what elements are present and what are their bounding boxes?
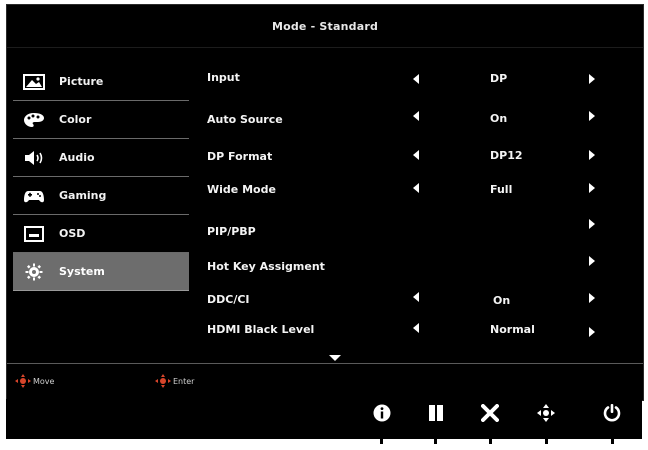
setting-auto-source-label: Auto Source xyxy=(207,113,283,126)
decrease-arrow-icon[interactable] xyxy=(413,292,419,302)
increase-arrow-icon[interactable] xyxy=(589,74,595,84)
increase-arrow-icon[interactable] xyxy=(589,327,595,337)
setting-input-value[interactable]: DP xyxy=(490,72,507,85)
decrease-arrow-icon[interactable] xyxy=(413,183,419,193)
decrease-arrow-icon[interactable] xyxy=(413,74,419,84)
setting-pip-pbp-label[interactable]: PIP/PBP xyxy=(207,225,256,238)
setting-ddc-ci-value[interactable]: On xyxy=(493,294,510,307)
submenu-arrow-icon[interactable] xyxy=(589,256,595,266)
button-tick xyxy=(611,432,614,444)
navigate-icon[interactable] xyxy=(530,396,562,430)
enter-hint-label: Enter xyxy=(173,376,195,386)
pause-icon[interactable] xyxy=(420,396,452,430)
setting-auto-source-value[interactable]: On xyxy=(490,112,507,125)
setting-hdmi-black-level-value[interactable]: Normal xyxy=(490,323,535,336)
setting-dp-format-value[interactable]: DP12 xyxy=(490,149,523,162)
move-hint: Move xyxy=(15,374,54,388)
decrease-arrow-icon[interactable] xyxy=(413,323,419,333)
setting-wide-mode-label: Wide Mode xyxy=(207,183,276,196)
setting-dp-format-label: DP Format xyxy=(207,150,273,163)
increase-arrow-icon[interactable] xyxy=(589,111,595,121)
increase-arrow-icon[interactable] xyxy=(589,183,595,193)
button-tick xyxy=(380,432,383,444)
setting-ddc-ci-label: DDC/CI xyxy=(207,293,250,306)
hardware-buttons xyxy=(0,396,648,450)
button-tick xyxy=(545,432,548,444)
power-icon[interactable] xyxy=(596,396,628,430)
divider xyxy=(7,363,643,364)
increase-arrow-icon[interactable] xyxy=(589,150,595,160)
setting-wide-mode-value[interactable]: Full xyxy=(490,183,512,196)
submenu-arrow-icon[interactable] xyxy=(589,219,595,229)
dpad-icon xyxy=(155,374,171,388)
setting-input-label: Input xyxy=(207,71,240,84)
setting-hdmi-black-level-label: HDMI Black Level xyxy=(207,323,315,336)
button-tick xyxy=(434,432,437,444)
increase-arrow-icon[interactable] xyxy=(589,293,595,303)
move-hint-label: Move xyxy=(33,376,55,386)
down-arrow-icon xyxy=(329,355,341,361)
dpad-icon xyxy=(15,374,31,388)
enter-hint: Enter xyxy=(155,374,194,388)
close-icon[interactable] xyxy=(474,396,506,430)
decrease-arrow-icon[interactable] xyxy=(413,111,419,121)
decrease-arrow-icon[interactable] xyxy=(413,150,419,160)
button-tick xyxy=(489,432,492,444)
info-icon[interactable] xyxy=(366,396,398,430)
osd-menu: Mode - Standard Picture Color Audio Gami… xyxy=(6,4,644,401)
setting-hot-key-label[interactable]: Hot Key Assigment xyxy=(207,260,325,273)
settings-list: Input DP Auto Source On DP Format DP12 W… xyxy=(7,5,643,361)
